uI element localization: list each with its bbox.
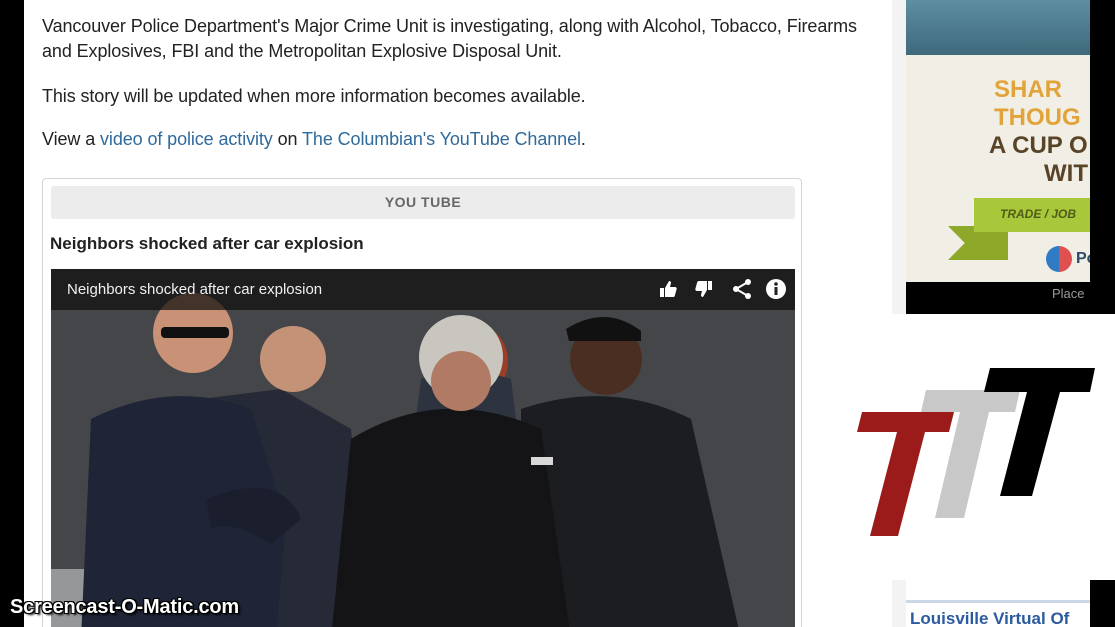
sidebar-bottom-section: Louisville Virtual Of — [906, 580, 1090, 627]
ttt-logo-overlay — [850, 314, 1115, 580]
video-title-bar: Neighbors shocked after car explosion — [51, 269, 795, 310]
ad-line-1: SHAR — [994, 76, 1063, 103]
ad-ship-photo — [906, 0, 1090, 55]
video-title[interactable]: Neighbors shocked after car explosion — [67, 281, 322, 298]
paragraph-3-prefix: View a — [42, 129, 101, 149]
like-icon[interactable] — [657, 278, 679, 300]
share-icon[interactable] — [731, 278, 753, 300]
info-icon[interactable] — [765, 278, 787, 300]
youtube-embed-box: YOU TUBE Neighbors shocked after car exp… — [42, 178, 802, 627]
screencast-watermark: Screencast-O-Matic.com — [10, 596, 240, 618]
ad-logo-icon — [1046, 246, 1072, 272]
paragraph-3-suffix: . — [580, 129, 586, 149]
sidebar-divider — [906, 600, 1090, 603]
louisville-virtual-link[interactable]: Louisville Virtual Of — [910, 609, 1069, 627]
youtube-tab[interactable]: YOU TUBE — [51, 186, 795, 219]
article-paragraph-3: View a video of police activity on The C… — [42, 127, 586, 152]
bottom-right-black-block — [1090, 594, 1115, 627]
ad-line-3: A CUP O — [989, 132, 1088, 159]
right-black-bar — [1090, 0, 1115, 314]
article-body: Vancouver Police Department's Major Crim… — [24, 0, 892, 627]
left-black-bar — [0, 0, 24, 627]
ttt-logo-icon — [857, 368, 1095, 536]
ad-banner-text: TRADE / JOB — [1000, 207, 1077, 221]
ad-line-4: WIT — [1044, 160, 1088, 187]
ad-logo-text: Po — [1076, 250, 1090, 267]
sidebar-advertisement[interactable]: SHAR THOUG A CUP O WIT TRADE / JOB Po — [906, 0, 1090, 282]
video-player[interactable]: Neighbors shocked after car explosion — [51, 269, 795, 627]
article-paragraph-2: This story will be updated when more inf… — [42, 86, 586, 106]
video-activity-link[interactable]: video of police activity — [100, 129, 273, 149]
video-frame-illustration — [51, 269, 795, 627]
video-heading: Neighbors shocked after car explosion — [50, 234, 364, 253]
ad-line-2: THOUG — [994, 104, 1081, 131]
paragraph-3-middle: on — [272, 129, 303, 149]
dislike-icon[interactable] — [693, 278, 715, 300]
youtube-channel-link[interactable]: The Columbian's YouTube Channel — [302, 129, 581, 149]
video-frame — [51, 269, 795, 627]
ad-placement-link[interactable]: Place — [1052, 286, 1085, 301]
article-paragraph-1: Vancouver Police Department's Major Crim… — [42, 16, 857, 61]
